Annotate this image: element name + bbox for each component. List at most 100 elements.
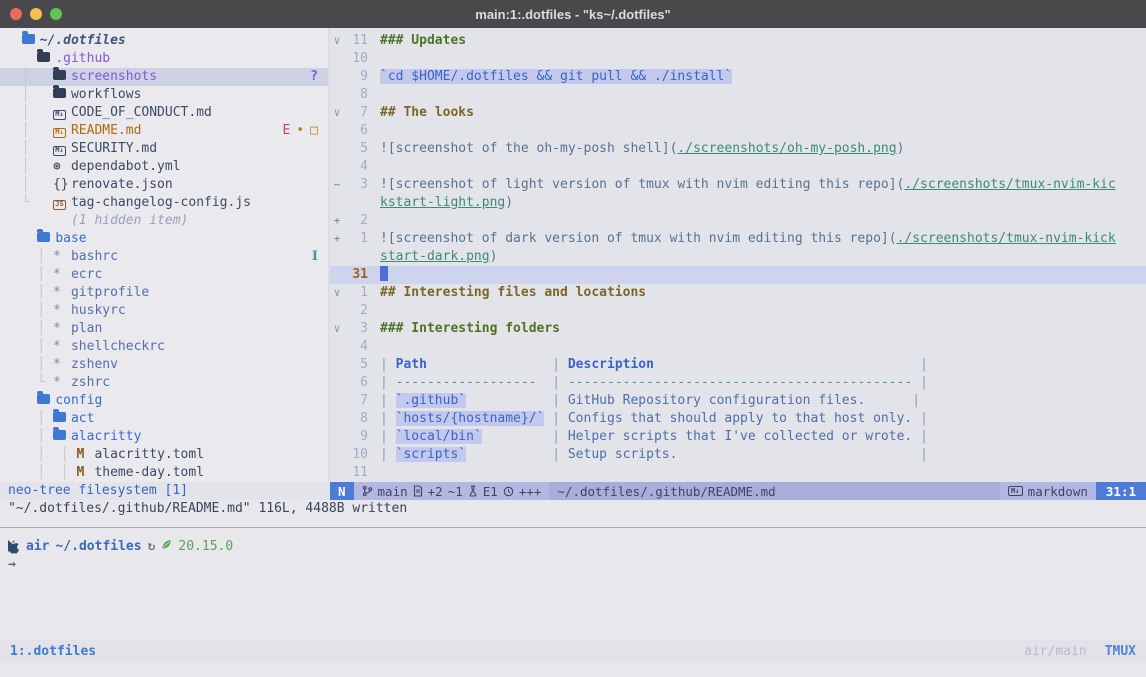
tree-item-screenshots[interactable]: │ screenshots?	[0, 68, 328, 86]
cursor-position: 31:1	[1096, 482, 1146, 500]
zoom-button[interactable]	[50, 8, 62, 20]
tree-item-plan[interactable]: │ *plan	[6, 320, 328, 338]
editor-cursor-line[interactable]: 31	[330, 266, 1146, 284]
gutter	[330, 446, 344, 464]
tree-item-gitprofile[interactable]: │ *gitprofile	[6, 284, 328, 302]
editor-line[interactable]: 2	[330, 302, 1146, 320]
editor-line[interactable]: 4	[330, 338, 1146, 356]
line-text: `cd $HOME/.dotfiles && git pull && ./ins…	[368, 68, 732, 86]
editor-line[interactable]: 6	[330, 122, 1146, 140]
git-status-badges: E•□	[283, 122, 318, 140]
editor-line[interactable]: ∨1## Interesting files and locations	[330, 284, 1146, 302]
tree-item-renovate-json[interactable]: │ {}renovate.json	[6, 176, 328, 194]
clock-icon	[503, 486, 514, 497]
indent-guide: │	[6, 320, 53, 338]
line-text: ### Interesting folders	[368, 320, 560, 338]
editor-line[interactable]: kstart-light.png)	[330, 194, 1146, 212]
minimize-button[interactable]	[30, 8, 42, 20]
dotfile-icon: *	[53, 284, 71, 302]
shell-pane[interactable]: air ~/.dotfiles ↻ 20.15.0 →	[0, 528, 1146, 640]
line-text: | Path | Description |	[368, 356, 928, 374]
tree-item-zshrc[interactable]: └ *zshrc	[6, 374, 328, 392]
tree-item-label: ecrc	[71, 266, 102, 284]
editor-line[interactable]: ∨7## The looks	[330, 104, 1146, 122]
line-number: 8	[344, 410, 368, 428]
indent-guide: │	[6, 356, 53, 374]
status-badge: □	[310, 122, 318, 140]
editor-line[interactable]: 11	[330, 464, 1146, 482]
editor-line[interactable]: 9| `local/bin` | Helper scripts that I'v…	[330, 428, 1146, 446]
editor-line[interactable]: ∨11### Updates	[330, 32, 1146, 50]
tree-item--1-hidden-item-[interactable]: (1 hidden item)	[6, 212, 328, 230]
editor-line[interactable]: 9`cd $HOME/.dotfiles && git pull && ./in…	[330, 68, 1146, 86]
tmux-window-tab[interactable]: 1:.dotfiles	[10, 644, 96, 659]
tree-item--github[interactable]: .github	[6, 50, 328, 68]
neo-tree-sidebar[interactable]: ~/.dotfiles .github │ screenshots? │ wor…	[0, 28, 330, 482]
editor-line[interactable]: 10	[330, 50, 1146, 68]
tree-item-config[interactable]: config	[6, 392, 328, 410]
editor-line[interactable]: ∨3### Interesting folders	[330, 320, 1146, 338]
tree-item-base[interactable]: base	[6, 230, 328, 248]
tree-item-huskyrc[interactable]: │ *huskyrc	[6, 302, 328, 320]
prompt-arrow-icon: →	[8, 556, 16, 574]
git-sync-icon: ↻	[148, 538, 156, 556]
tree-item-zshenv[interactable]: │ *zshenv	[6, 356, 328, 374]
editor-line[interactable]: 6| ------------------ | ----------------…	[330, 374, 1146, 392]
command-line-message: "~/.dotfiles/.github/README.md" 116L, 44…	[0, 500, 1146, 518]
editor-line[interactable]: 7| `.github` | GitHub Repository configu…	[330, 392, 1146, 410]
dotfile-icon: *	[53, 302, 71, 320]
markdown-file-icon: M↓	[53, 122, 71, 140]
line-text: | `local/bin` | Helper scripts that I've…	[368, 428, 928, 446]
dotfile-icon: *	[53, 320, 71, 338]
editor-line[interactable]: 10| `scripts` | Setup scripts. |	[330, 446, 1146, 464]
tree-item-theme-day-toml[interactable]: │ │ Mtheme-day.toml	[6, 464, 328, 482]
folder-icon	[37, 230, 55, 248]
indent-guide: │	[6, 176, 53, 194]
indent-guide	[6, 50, 37, 68]
tree-item-dependabot-yml[interactable]: │ ⊛dependabot.yml	[6, 158, 328, 176]
tree-item-code-of-conduct-md[interactable]: │ M↓CODE_OF_CONDUCT.md	[6, 104, 328, 122]
shell-input-line[interactable]: →	[8, 556, 1146, 574]
editor-line[interactable]: ~3![screenshot of light version of tmux …	[330, 176, 1146, 194]
tree-item-act[interactable]: │ act	[6, 410, 328, 428]
dotfile-icon: *	[53, 374, 71, 392]
line-text: ## The looks	[368, 104, 474, 122]
tree-item-bashrc[interactable]: │ *bashrcI	[6, 248, 328, 266]
editor-line[interactable]: 8	[330, 86, 1146, 104]
gutter	[330, 266, 344, 284]
indent-guide: └	[6, 374, 53, 392]
line-number: 5	[344, 140, 368, 158]
tree-item-security-md[interactable]: │ M↓SECURITY.md	[6, 140, 328, 158]
dotfile-icon: *	[53, 356, 71, 374]
tree-item--dotfiles[interactable]: ~/.dotfiles	[6, 32, 328, 50]
diff-modified: ~1	[448, 484, 463, 499]
node-version: 20.15.0	[178, 538, 233, 556]
tree-item-alacritty-toml[interactable]: │ │ Malacritty.toml	[6, 446, 328, 464]
editor-line[interactable]: start-dark.png)	[330, 248, 1146, 266]
indent-guide: │	[6, 410, 53, 428]
traffic-lights	[10, 0, 62, 28]
line-text: ## Interesting files and locations	[368, 284, 646, 302]
line-text: | `.github` | GitHub Repository configur…	[368, 392, 920, 410]
indent-guide: └	[6, 194, 53, 212]
diff-added: +2	[428, 484, 443, 499]
tree-item-label: shellcheckrc	[71, 338, 165, 356]
editor-line[interactable]: 4	[330, 158, 1146, 176]
editor-bottom-pad	[0, 518, 1146, 527]
tree-item-shellcheckrc[interactable]: │ *shellcheckrc	[6, 338, 328, 356]
editor-buffer[interactable]: ∨11### Updates109`cd $HOME/.dotfiles && …	[330, 28, 1146, 482]
editor-line[interactable]: 8| `hosts/{hostname}/` | Configs that sh…	[330, 410, 1146, 428]
close-button[interactable]	[10, 8, 22, 20]
tree-item-ecrc[interactable]: │ *ecrc	[6, 266, 328, 284]
editor-line[interactable]: 5| Path | Description |	[330, 356, 1146, 374]
filetype-label: markdown	[1028, 484, 1088, 499]
tree-item-alacritty[interactable]: │ alacritty	[6, 428, 328, 446]
editor-line[interactable]: 5![screenshot of the oh-my-posh shell](.…	[330, 140, 1146, 158]
dotfile-icon: *	[53, 266, 71, 284]
terminal-window: main:1:.dotfiles - "ks~/.dotfiles" ~/.do…	[0, 0, 1146, 677]
editor-line[interactable]: +2	[330, 212, 1146, 230]
tree-item-readme-md[interactable]: │ M↓README.mdE•□	[6, 122, 328, 140]
tree-item-tag-changelog-config-js[interactable]: └ JStag-changelog-config.js	[6, 194, 328, 212]
tree-item-workflows[interactable]: │ workflows	[6, 86, 328, 104]
editor-line[interactable]: +1![screenshot of dark version of tmux w…	[330, 230, 1146, 248]
